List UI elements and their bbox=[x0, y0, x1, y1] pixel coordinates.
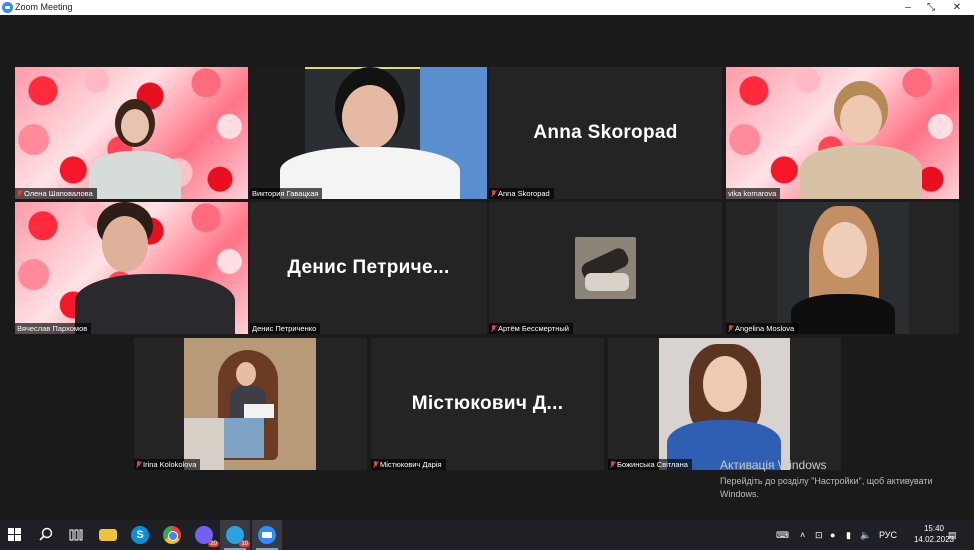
telegram-badge: 10 bbox=[239, 541, 250, 547]
participant-name-label: Містюкович Дарія bbox=[371, 459, 446, 470]
notification-icon[interactable]: ▤ bbox=[948, 520, 957, 550]
participant-name-label: vika komarova bbox=[726, 188, 781, 199]
video-tile-viktoria[interactable]: Виктория Гавацкая bbox=[250, 67, 487, 199]
volume-icon[interactable]: 🔈 bbox=[860, 520, 871, 550]
video-tile-dariia[interactable]: Містюкович Д... Містюкович Дарія bbox=[371, 338, 604, 470]
windows-logo-icon bbox=[8, 528, 22, 542]
window-title: Zoom Meeting bbox=[15, 2, 73, 12]
video-tile-olena[interactable]: Олена Шаповалова bbox=[15, 67, 248, 199]
video-tile-irina[interactable]: Irina Kolokolova bbox=[134, 338, 367, 470]
participant-name-label: Артём Бессмертный bbox=[489, 323, 573, 334]
restore-button[interactable]: ⤡ bbox=[918, 0, 944, 15]
muted-mic-icon bbox=[373, 461, 378, 468]
participant-display-name: Денис Петриче... bbox=[287, 257, 450, 278]
video-tile-anna[interactable]: Anna Skoropad Anna Skoropad bbox=[489, 67, 722, 199]
chrome-icon[interactable] bbox=[163, 526, 181, 544]
close-button[interactable]: ✕ bbox=[944, 0, 970, 15]
viber-badge: 20 bbox=[208, 541, 219, 547]
battery-icon[interactable]: ▮ bbox=[846, 520, 851, 550]
muted-mic-icon bbox=[728, 325, 733, 332]
participant-video bbox=[85, 95, 185, 199]
muted-mic-icon bbox=[136, 461, 141, 468]
participant-video bbox=[184, 338, 316, 470]
video-tile-denys[interactable]: Денис Петриче... Денис Петриченко bbox=[250, 202, 487, 334]
video-tile-vika[interactable]: vika komarova bbox=[726, 67, 959, 199]
participant-video bbox=[777, 202, 909, 334]
muted-mic-icon bbox=[491, 190, 496, 197]
video-tile-vyacheslav[interactable]: Вячеслав Пархомов bbox=[15, 202, 248, 334]
window-title-bar: Zoom Meeting – ⤡ ✕ bbox=[0, 0, 974, 15]
participant-avatar bbox=[575, 237, 636, 299]
zoom-taskbar-slot[interactable] bbox=[252, 520, 282, 550]
muted-mic-icon bbox=[610, 461, 615, 468]
participant-video bbox=[659, 338, 790, 470]
meeting-gallery-view: Олена Шаповалова Виктория Гавацкая Anna … bbox=[0, 15, 974, 520]
start-button[interactable] bbox=[8, 526, 26, 544]
zoom-icon bbox=[258, 526, 276, 544]
language-indicator[interactable]: РУС bbox=[879, 520, 897, 550]
participant-video bbox=[75, 202, 235, 334]
activation-title: Активація Windows bbox=[720, 458, 827, 472]
video-tile-artem[interactable]: Артём Бессмертный bbox=[489, 202, 722, 334]
network-icon[interactable]: ⊡ bbox=[815, 520, 823, 550]
zoom-logo-icon bbox=[2, 2, 13, 13]
participant-video bbox=[280, 67, 460, 199]
windows-taskbar: S 20 10 ⌨ ˄ ⊡ ● ▮ 🔈 РУС 15:40 14.02.2023… bbox=[0, 520, 974, 550]
skype-icon[interactable]: S bbox=[131, 526, 149, 544]
participant-display-name: Anna Skoropad bbox=[533, 122, 678, 143]
telegram-taskbar-slot[interactable]: 10 bbox=[220, 520, 250, 550]
task-view-icon[interactable] bbox=[67, 526, 85, 544]
file-explorer-icon[interactable] bbox=[99, 529, 117, 541]
participant-video bbox=[796, 81, 926, 199]
chevron-up-icon[interactable]: ˄ bbox=[800, 520, 805, 550]
participant-name-label: Angelina Moslova bbox=[726, 323, 799, 334]
participant-name-label: Олена Шаповалова bbox=[15, 188, 97, 199]
antivirus-icon[interactable]: ● bbox=[830, 520, 835, 550]
participant-name-label: Anna Skoropad bbox=[489, 188, 554, 199]
participant-name-label: Божинська Світлана bbox=[608, 459, 692, 470]
keyboard-icon[interactable]: ⌨ bbox=[776, 520, 790, 550]
viber-icon[interactable]: 20 bbox=[195, 526, 219, 547]
participant-name-label: Виктория Гавацкая bbox=[250, 188, 323, 199]
participant-name-label: Irina Kolokolova bbox=[134, 459, 201, 470]
windows-activation-watermark: Активація Windows Перейдіть до розділу "… bbox=[720, 458, 960, 501]
activation-message: Перейдіть до розділу "Настройки", щоб ак… bbox=[720, 476, 933, 499]
participant-display-name: Містюкович Д... bbox=[411, 393, 564, 414]
participant-name-label: Вячеслав Пархомов bbox=[15, 323, 92, 334]
video-tile-angelina[interactable]: Angelina Moslova bbox=[726, 202, 959, 334]
muted-mic-icon bbox=[17, 190, 22, 197]
search-icon[interactable] bbox=[37, 526, 55, 544]
participant-name-label: Денис Петриченко bbox=[250, 323, 321, 334]
video-tile-svitlana[interactable]: Божинська Світлана bbox=[608, 338, 841, 470]
telegram-icon: 10 bbox=[226, 526, 250, 547]
muted-mic-icon bbox=[491, 325, 496, 332]
